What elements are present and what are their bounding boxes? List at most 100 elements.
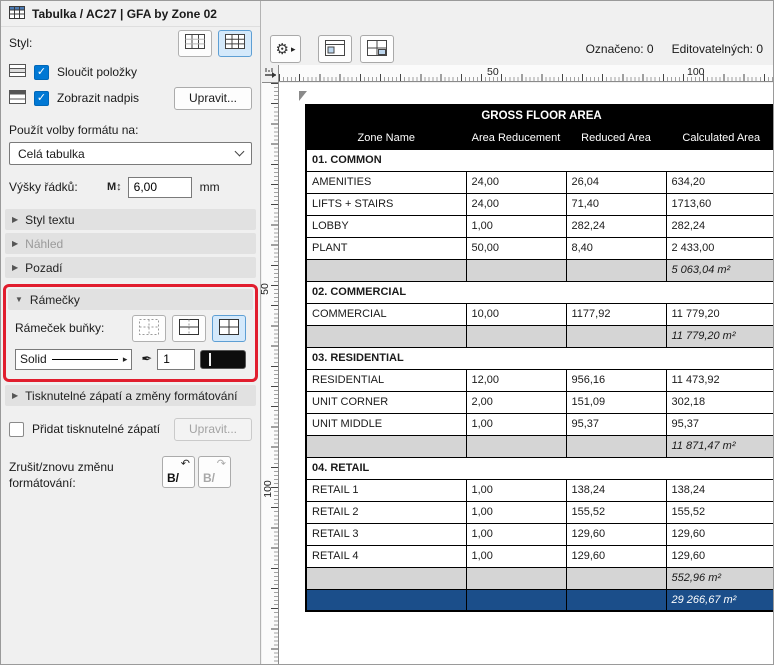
table-cell[interactable]: RETAIL 3 xyxy=(305,522,467,546)
show-headline-checkbox[interactable]: ✓ xyxy=(34,90,49,106)
table-cell[interactable]: RETAIL 4 xyxy=(305,544,467,568)
table-cell[interactable]: 2 433,00 xyxy=(665,236,773,260)
table-cell[interactable]: 1,00 xyxy=(465,544,567,568)
table-cell[interactable]: COMMERCIAL xyxy=(305,302,467,326)
table-cell[interactable]: LOBBY xyxy=(305,214,467,238)
table-cell[interactable] xyxy=(565,258,667,282)
table-cell[interactable]: 1,00 xyxy=(465,478,567,502)
apply-format-dropdown[interactable]: Celá tabulka xyxy=(9,142,252,165)
settings-gear-button[interactable]: ⚙ ▸ xyxy=(270,35,301,63)
table-style-1-button[interactable] xyxy=(178,29,212,57)
table-cell[interactable]: RETAIL 2 xyxy=(305,500,467,524)
table-cell[interactable]: PLANT xyxy=(305,236,467,260)
column-header[interactable]: Calculated Area xyxy=(665,126,773,150)
table-cell[interactable]: 552,96 m² xyxy=(665,566,773,590)
header-options-button[interactable] xyxy=(318,35,352,63)
table-cell[interactable] xyxy=(305,324,467,348)
section-borders[interactable]: ▼ Rámečky xyxy=(8,289,253,310)
table-cell[interactable]: 282,24 xyxy=(565,214,667,238)
cell-border-horizontal-button[interactable] xyxy=(172,314,206,342)
table-cell[interactable] xyxy=(565,434,667,458)
table-cell[interactable]: 12,00 xyxy=(465,368,567,392)
table-cell[interactable]: 50,00 xyxy=(465,236,567,260)
table-cell[interactable] xyxy=(565,324,667,348)
table-cell[interactable]: 129,60 xyxy=(565,522,667,546)
table-cell[interactable]: 04. RETAIL xyxy=(305,456,773,480)
column-header[interactable]: Reduced Area xyxy=(565,126,667,150)
table-cell[interactable]: AMENITIES xyxy=(305,170,467,194)
column-header[interactable]: Zone Name xyxy=(305,126,467,150)
table-cell[interactable]: 282,24 xyxy=(665,214,773,238)
table-cell[interactable]: UNIT MIDDLE xyxy=(305,412,467,436)
table-cell[interactable]: 11 871,47 m² xyxy=(665,434,773,458)
table-cell[interactable]: 151,09 xyxy=(565,390,667,414)
table-cell[interactable]: 02. COMMERCIAL xyxy=(305,280,773,304)
table-cell[interactable]: 129,60 xyxy=(665,544,773,568)
table-cell[interactable]: 11 473,92 xyxy=(665,368,773,392)
table-cell[interactable] xyxy=(465,324,567,348)
row-height-input[interactable] xyxy=(127,176,192,198)
table-cell[interactable]: 129,60 xyxy=(565,544,667,568)
table-cell[interactable]: LIFTS + STAIRS xyxy=(305,192,467,216)
table-cell[interactable] xyxy=(465,434,567,458)
format-undo-button[interactable]: ↶ B/ xyxy=(162,456,195,488)
table-cell[interactable]: 11 779,20 m² xyxy=(665,324,773,348)
section-background[interactable]: ▶ Pozadí xyxy=(5,257,256,278)
table-cell[interactable]: 01. COMMON xyxy=(305,148,773,172)
table-cell[interactable]: 11 779,20 xyxy=(665,302,773,326)
pen-color-swatch[interactable] xyxy=(200,349,246,369)
table-cell[interactable]: 95,37 xyxy=(565,412,667,436)
table-cell[interactable] xyxy=(565,566,667,590)
table-cell[interactable]: 10,00 xyxy=(465,302,567,326)
vertical-ruler[interactable]: 50 100 xyxy=(259,83,279,664)
table-cell[interactable] xyxy=(465,258,567,282)
table-cell[interactable]: RESIDENTIAL xyxy=(305,368,467,392)
table-cell[interactable]: 155,52 xyxy=(665,500,773,524)
footer-edit-button[interactable]: Upravit... xyxy=(173,417,252,441)
table-cell[interactable]: 29 266,67 m² xyxy=(665,588,773,612)
table-cell[interactable] xyxy=(565,588,667,612)
table-cell[interactable]: 24,00 xyxy=(465,170,567,194)
table-cell[interactable]: 155,52 xyxy=(565,500,667,524)
cell-border-none-button[interactable] xyxy=(132,314,166,342)
horizontal-ruler[interactable]: 50 100 xyxy=(279,65,773,82)
headline-edit-button[interactable]: Upravit... xyxy=(173,86,252,110)
printable-footer-checkbox[interactable] xyxy=(9,421,24,437)
table-cell[interactable]: 1,00 xyxy=(465,214,567,238)
table-cell[interactable]: 95,37 xyxy=(665,412,773,436)
table-title[interactable]: GROSS FLOOR AREA xyxy=(305,104,773,128)
table-cell[interactable] xyxy=(465,588,567,612)
table-cell[interactable]: 956,16 xyxy=(565,368,667,392)
table-cell[interactable]: 129,60 xyxy=(665,522,773,546)
table-cell[interactable] xyxy=(305,258,467,282)
line-type-dropdown[interactable]: Solid ▸ xyxy=(15,348,133,370)
format-options-button[interactable] xyxy=(360,35,394,63)
table-cell[interactable] xyxy=(305,588,467,612)
section-printable-footer[interactable]: ▶ Tisknutelné zápatí a změny formátování xyxy=(5,385,256,406)
ruler-corner-button[interactable] xyxy=(262,65,279,83)
table-cell[interactable] xyxy=(305,566,467,590)
table-cell[interactable]: RETAIL 1 xyxy=(305,478,467,502)
table-cell[interactable]: 302,18 xyxy=(665,390,773,414)
section-preview[interactable]: ▶ Náhled xyxy=(5,233,256,254)
table-cell[interactable] xyxy=(465,566,567,590)
table-cell[interactable]: 03. RESIDENTIAL xyxy=(305,346,773,370)
table-cell[interactable]: 26,04 xyxy=(565,170,667,194)
table-cell[interactable]: 2,00 xyxy=(465,390,567,414)
table-cell[interactable]: 634,20 xyxy=(665,170,773,194)
table-cell[interactable]: 138,24 xyxy=(665,478,773,502)
format-redo-button[interactable]: ↷ B/ xyxy=(198,456,231,488)
cell-border-all-button[interactable] xyxy=(212,314,246,342)
merge-items-checkbox[interactable]: ✓ xyxy=(34,64,49,80)
table-cell[interactable]: 5 063,04 m² xyxy=(665,258,773,282)
table-cell[interactable]: 71,40 xyxy=(565,192,667,216)
table-cell[interactable]: 1177,92 xyxy=(565,302,667,326)
pen-number-input[interactable] xyxy=(157,348,196,370)
table-cell[interactable]: 1713,60 xyxy=(665,192,773,216)
table-cell[interactable]: 1,00 xyxy=(465,522,567,546)
column-header[interactable]: Area Reducement xyxy=(465,126,567,150)
table-cell[interactable]: 138,24 xyxy=(565,478,667,502)
table-cell[interactable]: 1,00 xyxy=(465,412,567,436)
table-cell[interactable] xyxy=(305,434,467,458)
table-cell[interactable]: 24,00 xyxy=(465,192,567,216)
